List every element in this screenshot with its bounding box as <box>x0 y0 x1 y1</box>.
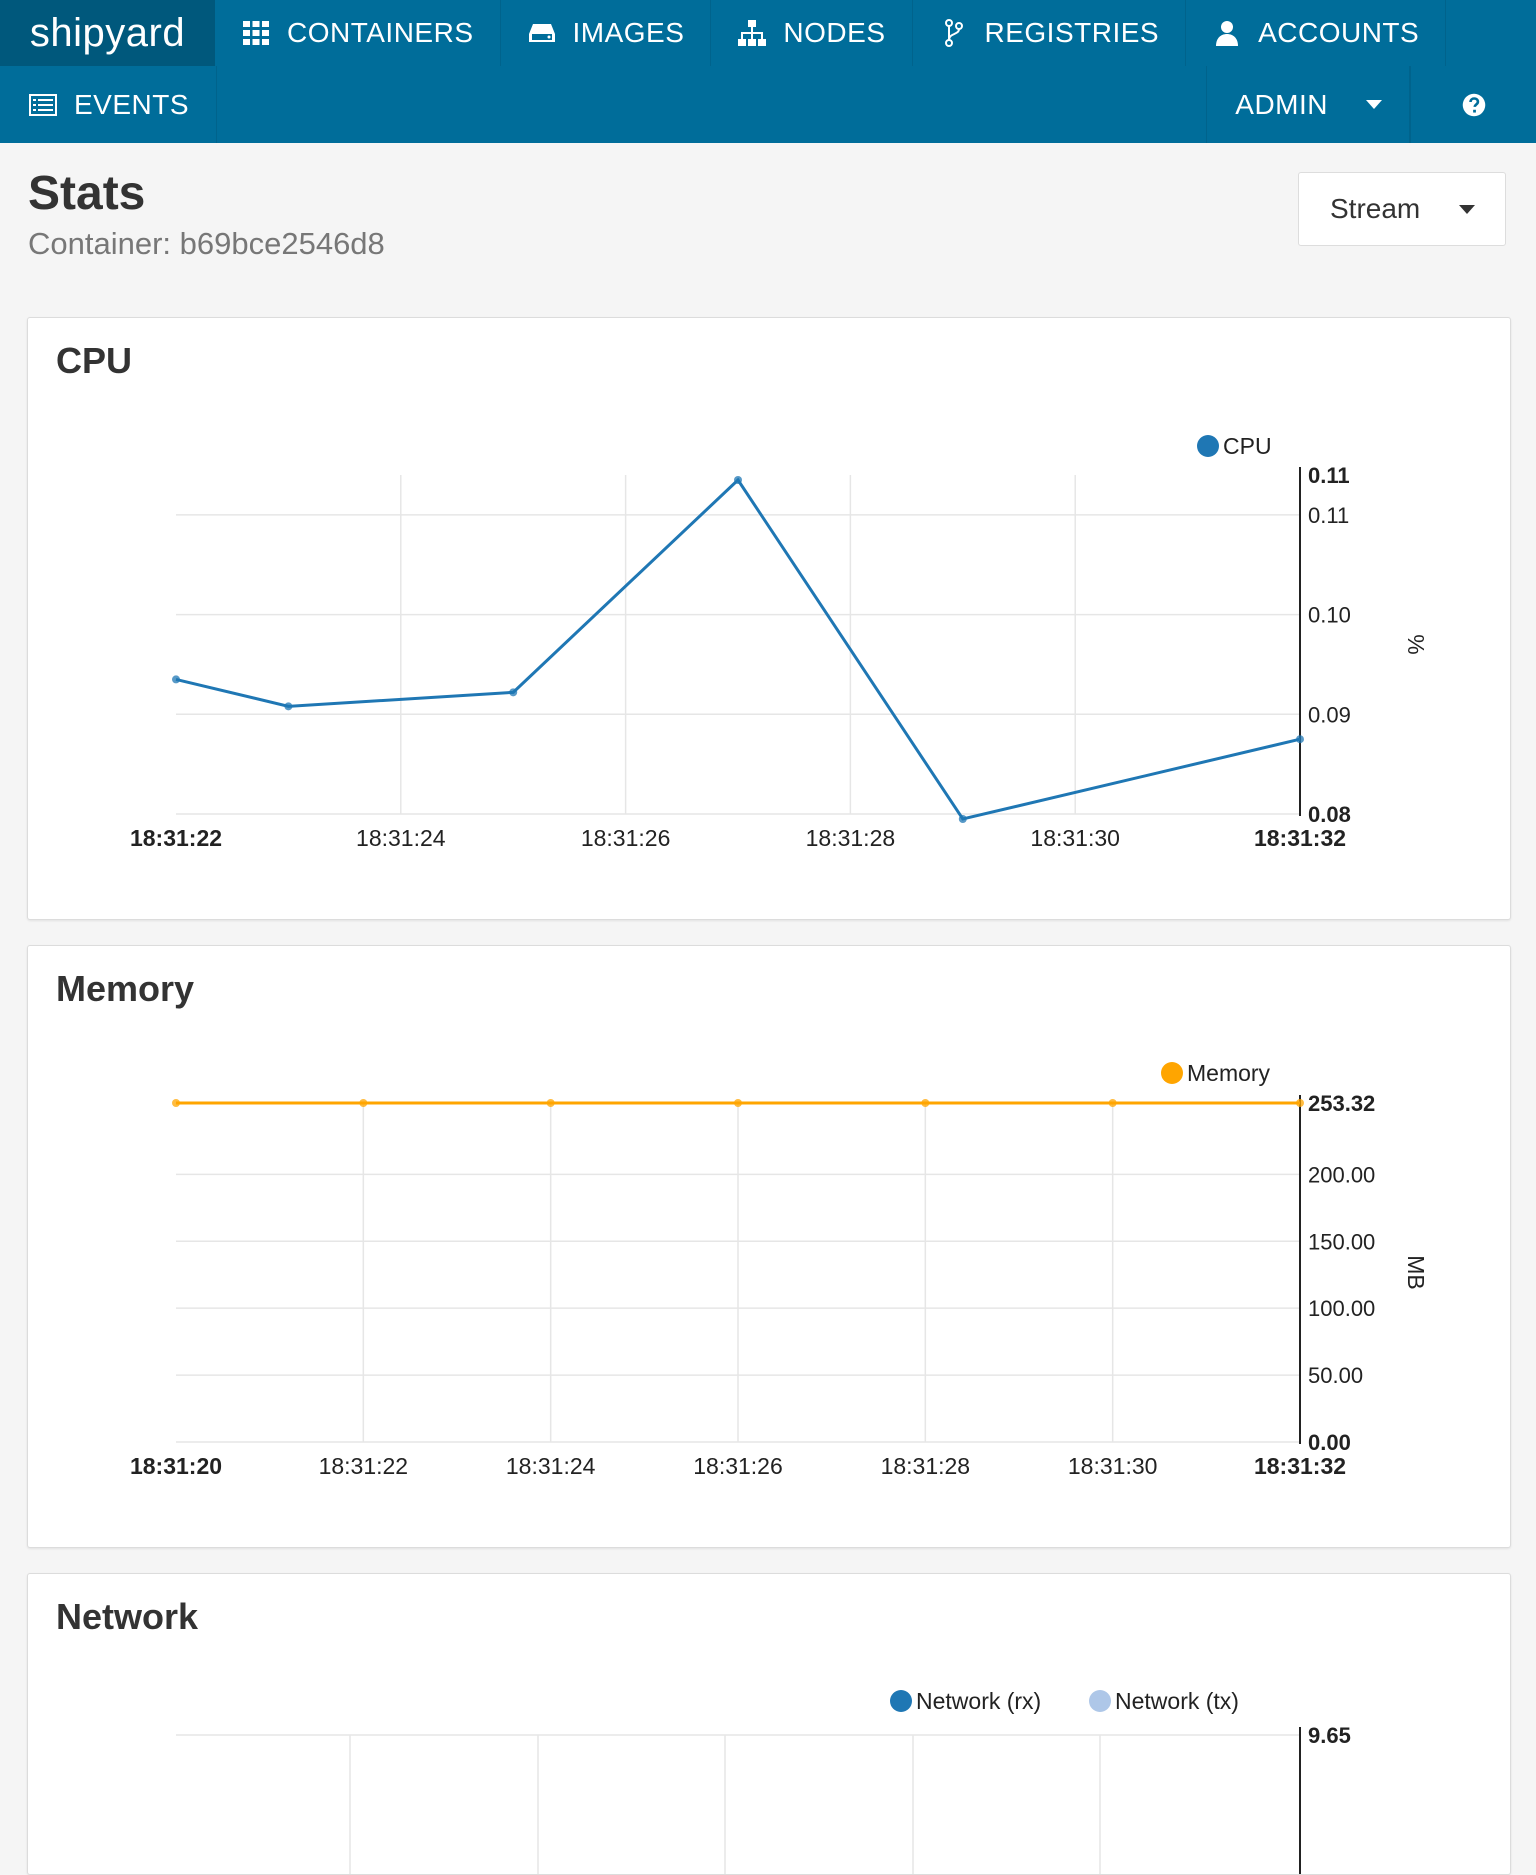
x-tick-label: 18:31:26 <box>581 825 671 851</box>
data-point <box>921 1099 930 1107</box>
y-axis-label: MB <box>1403 1255 1429 1290</box>
nav-containers[interactable]: CONTAINERS <box>215 0 501 66</box>
y-tick-label: 0.11 <box>1308 503 1349 528</box>
legend-label: Network (tx) <box>1115 1688 1239 1714</box>
admin-label: ADMIN <box>1235 88 1328 120</box>
x-tick-label: 18:31:32 <box>1254 825 1346 851</box>
nav-nodes-label: NODES <box>783 17 886 48</box>
data-point <box>1296 1099 1304 1107</box>
y-tick-label: 150.00 <box>1308 1229 1375 1254</box>
data-point <box>172 675 180 684</box>
x-tick-label: 18:31:22 <box>130 825 222 851</box>
x-tick-label: 18:31:26 <box>693 1453 783 1479</box>
y-tick-label: 9.65 <box>1308 1723 1351 1748</box>
data-point <box>734 475 742 484</box>
legend-swatch <box>890 1690 912 1712</box>
legend-label: Network (rx) <box>916 1688 1041 1714</box>
y-tick-label: 0.08 <box>1308 802 1351 827</box>
x-tick-label: 18:31:20 <box>130 1453 222 1479</box>
nav-events-label: EVENTS <box>74 88 190 120</box>
y-tick-label: 253.32 <box>1308 1091 1375 1116</box>
page-title: Stats <box>28 167 146 220</box>
data-point <box>734 1099 742 1107</box>
cpu-card: CPU 0.08 0.09 0.10 0.11 0.11 18:31:22 18:31:24… <box>27 317 1511 920</box>
y-tick-label: 0.09 <box>1308 702 1351 727</box>
legend-swatch <box>1161 1062 1183 1084</box>
y-tick-label: 50.00 <box>1308 1363 1363 1388</box>
data-point <box>958 814 967 823</box>
x-tick-label: 18:31:24 <box>506 1453 596 1479</box>
stream-select-value: Stream <box>1330 193 1421 224</box>
help-button[interactable] <box>1410 66 1536 143</box>
nav-nodes[interactable]: NODES <box>711 0 913 66</box>
y-tick-label: 0.10 <box>1308 603 1351 628</box>
legend-label: CPU <box>1223 433 1272 459</box>
drive-icon <box>528 24 555 42</box>
nav-accounts[interactable]: ACCOUNTS <box>1186 0 1447 66</box>
data-point <box>509 688 518 697</box>
list-icon <box>29 93 57 116</box>
sitemap-icon <box>738 20 767 46</box>
data-point <box>546 1099 555 1107</box>
caret-down-icon <box>1459 204 1475 214</box>
nav-images-label: IMAGES <box>572 17 685 48</box>
help-icon <box>1462 93 1486 116</box>
container-subtitle: Container: b69bce2546d8 <box>28 226 385 261</box>
y-tick-label: 100.00 <box>1308 1296 1375 1321</box>
data-point <box>284 702 293 711</box>
network-card: Network 9.65 Network (rx) Network (tx) <box>27 1573 1511 1875</box>
legend-swatch <box>1197 435 1219 457</box>
grid-icon <box>243 21 269 45</box>
memory-card: Memory 0.00 50.00 100.00 150.00 200.00 253.32… <box>27 945 1511 1548</box>
memory-chart: 0.00 50.00 100.00 150.00 200.00 253.32 18:31:2… <box>130 1060 1429 1479</box>
x-tick-label: 18:31:24 <box>356 825 446 851</box>
fork-icon <box>944 19 963 47</box>
legend-swatch <box>1089 1690 1111 1712</box>
user-icon <box>1216 21 1239 46</box>
legend-label: Memory <box>1187 1060 1271 1086</box>
data-point <box>1296 735 1304 744</box>
data-point <box>359 1099 368 1107</box>
stream-select[interactable]: Stream <box>1298 172 1506 246</box>
data-point <box>1108 1099 1117 1107</box>
x-tick-label: 18:31:30 <box>1068 1453 1158 1479</box>
nav-containers-label: CONTAINERS <box>287 17 474 48</box>
nav-images[interactable]: IMAGES <box>501 0 712 66</box>
caret-down-icon <box>1366 100 1382 109</box>
y-tick-label: 200.00 <box>1308 1162 1375 1187</box>
y-axis-label: % <box>1403 634 1429 654</box>
brand-logo[interactable]: shipyard <box>0 0 215 66</box>
nav-events[interactable]: EVENTS <box>0 66 218 143</box>
x-tick-label: 18:31:30 <box>1030 825 1120 851</box>
x-tick-label: 18:31:28 <box>806 825 896 851</box>
x-tick-label: 18:31:28 <box>881 1453 971 1479</box>
top-navbar: shipyard CONTAINERS IMAGES NODES REGISTR… <box>0 0 1536 143</box>
data-point <box>172 1099 180 1107</box>
x-tick-label: 18:31:32 <box>1254 1453 1346 1479</box>
nav-accounts-label: ACCOUNTS <box>1258 17 1420 48</box>
nav-registries[interactable]: REGISTRIES <box>913 0 1187 66</box>
y-tick-label: 0.11 <box>1308 463 1350 488</box>
nav-registries-label: REGISTRIES <box>984 17 1160 48</box>
admin-menu[interactable]: ADMIN <box>1206 66 1410 143</box>
network-chart: 9.65 Network (rx) Network (tx) <box>176 1688 1351 1874</box>
y-tick-label: 0.00 <box>1308 1430 1351 1455</box>
series-line <box>175 477 1301 821</box>
cpu-chart: 0.08 0.09 0.10 0.11 0.11 18:31:22 18:31:24 18:3… <box>130 433 1429 851</box>
x-tick-label: 18:31:22 <box>319 1453 409 1479</box>
